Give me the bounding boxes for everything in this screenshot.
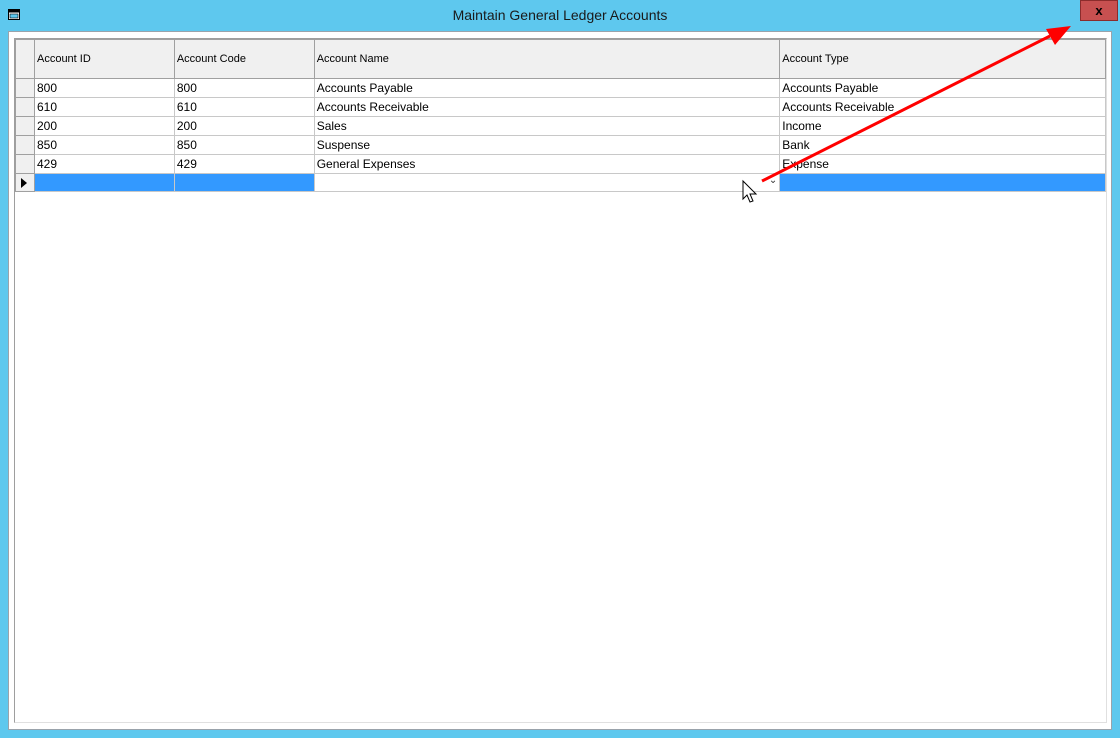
cell-account-type[interactable]: Expense xyxy=(779,154,1106,174)
new-cell-account-code[interactable] xyxy=(173,173,315,192)
main-window: Maintain General Ledger Accounts x Accou… xyxy=(0,0,1120,738)
corner-header[interactable] xyxy=(15,39,35,79)
window-title: Maintain General Ledger Accounts xyxy=(452,7,668,23)
row-header[interactable] xyxy=(15,78,35,98)
column-header-account-code[interactable]: Account Code xyxy=(173,39,315,79)
column-header-account-type[interactable]: Account Type xyxy=(779,39,1106,79)
account-name-combobox[interactable]: ⌄ xyxy=(313,173,781,192)
cell-account-type[interactable]: Income xyxy=(779,116,1106,136)
cell-account-id[interactable]: 200 xyxy=(33,116,175,136)
cell-account-id[interactable]: 429 xyxy=(33,154,175,174)
accounts-data-grid[interactable]: Account ID Account Code Account Name Acc… xyxy=(14,38,1107,723)
cell-account-code[interactable]: 610 xyxy=(173,97,315,117)
cell-account-name[interactable]: Accounts Payable xyxy=(313,78,781,98)
cell-account-name[interactable]: General Expenses xyxy=(313,154,781,174)
cell-account-type[interactable]: Bank xyxy=(779,135,1106,155)
row-header[interactable] xyxy=(15,135,35,155)
cell-account-id[interactable]: 850 xyxy=(33,135,175,155)
row-header[interactable] xyxy=(15,116,35,136)
column-header-account-name[interactable]: Account Name xyxy=(313,39,781,79)
cell-account-type[interactable]: Accounts Payable xyxy=(779,78,1106,98)
form-client-area: Account ID Account Code Account Name Acc… xyxy=(8,31,1112,730)
row-header[interactable] xyxy=(15,154,35,174)
new-cell-account-id[interactable] xyxy=(33,173,175,192)
chevron-down-icon[interactable]: ⌄ xyxy=(769,175,777,186)
cell-account-id[interactable]: 800 xyxy=(33,78,175,98)
table-row[interactable]: 429 429 General Expenses Expense xyxy=(15,154,1106,174)
cell-account-id[interactable]: 610 xyxy=(33,97,175,117)
title-bar[interactable]: Maintain General Ledger Accounts x xyxy=(0,0,1120,30)
cell-account-name[interactable]: Sales xyxy=(313,116,781,136)
column-header-account-id[interactable]: Account ID xyxy=(33,39,175,79)
cell-account-name[interactable]: Accounts Receivable xyxy=(313,97,781,117)
cell-account-code[interactable]: 850 xyxy=(173,135,315,155)
table-row[interactable]: 610 610 Accounts Receivable Accounts Rec… xyxy=(15,97,1106,117)
row-header[interactable] xyxy=(15,97,35,117)
cell-account-code[interactable]: 429 xyxy=(173,154,315,174)
accounts-table: Account ID Account Code Account Name Acc… xyxy=(15,39,1106,192)
header-row: Account ID Account Code Account Name Acc… xyxy=(15,39,1106,79)
cell-account-name[interactable]: Suspense xyxy=(313,135,781,155)
cell-account-type[interactable]: Accounts Receivable xyxy=(779,97,1106,117)
new-row[interactable]: ⌄ xyxy=(15,173,1106,192)
new-row-header[interactable] xyxy=(15,173,35,192)
new-cell-account-type[interactable] xyxy=(779,173,1106,192)
close-button[interactable]: x xyxy=(1080,0,1118,21)
table-row[interactable]: 800 800 Accounts Payable Accounts Payabl… xyxy=(15,78,1106,98)
table-row[interactable]: 200 200 Sales Income xyxy=(15,116,1106,136)
cell-account-code[interactable]: 800 xyxy=(173,78,315,98)
current-row-pointer-icon xyxy=(21,177,27,188)
table-row[interactable]: 850 850 Suspense Bank xyxy=(15,135,1106,155)
cell-account-code[interactable]: 200 xyxy=(173,116,315,136)
